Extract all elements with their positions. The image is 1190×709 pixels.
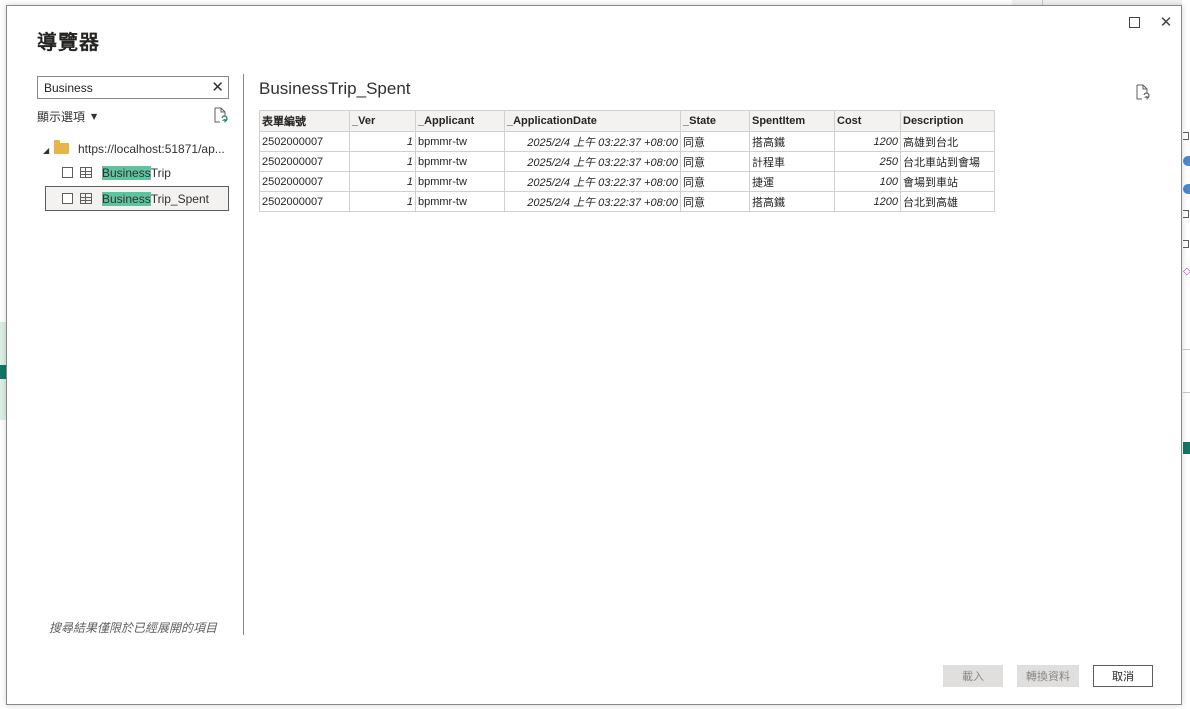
refresh-button[interactable] — [212, 107, 228, 127]
tree-node-checkbox[interactable] — [62, 167, 73, 178]
table-cell: 搭高鐵 — [749, 191, 835, 212]
search-highlight: Business — [102, 166, 151, 180]
background-app-green-icon — [1183, 442, 1190, 454]
display-options-dropdown[interactable]: 顯示選項 ▼ — [37, 108, 97, 125]
tree-node-businesstrip-spent[interactable]: BusinessTrip_Spent — [45, 186, 229, 211]
table-row: 2502000007 1 bpmmr-tw 2025/2/4 上午 03:22:… — [259, 191, 995, 212]
table-cell: 計程車 — [749, 151, 835, 172]
background-app-icon — [1183, 240, 1189, 248]
table-cell: 搭高鐵 — [749, 131, 835, 152]
table-cell: 2502000007 — [259, 171, 350, 192]
clear-icon: ✕ — [211, 78, 224, 96]
table-cell: bpmmr-tw — [415, 131, 505, 152]
background-app-blue-icon — [1183, 156, 1190, 166]
table-cell: 2502000007 — [259, 131, 350, 152]
column-header: SpentItem — [749, 110, 835, 132]
table-icon — [80, 193, 92, 204]
tree-node-checkbox[interactable] — [62, 193, 73, 204]
refresh-icon — [1136, 84, 1150, 100]
tree-node-root-label: https://localhost:51871/ap... — [78, 142, 225, 156]
load-button[interactable]: 載入 — [943, 665, 1003, 687]
table-cell: 台北車站到會場 — [900, 151, 995, 172]
background-app-icon — [1183, 132, 1189, 140]
preview-table: 表單編號 _Ver _Applicant _ApplicationDate _S… — [259, 110, 995, 212]
preview-title: BusinessTrip_Spent — [259, 79, 411, 98]
column-header: _Applicant — [415, 110, 505, 132]
display-options-label: 顯示選項 — [37, 110, 86, 124]
table-cell: 1200 — [834, 131, 901, 152]
maximize-icon — [1128, 17, 1140, 28]
cancel-button[interactable]: 取消 — [1093, 665, 1153, 687]
maximize-button[interactable] — [1124, 12, 1144, 32]
folder-icon — [54, 140, 69, 154]
table-cell: 2025/2/4 上午 03:22:37 +08:00 — [504, 131, 681, 152]
table-cell: 1 — [349, 151, 416, 172]
search-input[interactable] — [38, 77, 209, 98]
table-cell: 同意 — [680, 131, 750, 152]
tree-node-root[interactable]: ◢ https://localhost:51871/ap... — [37, 139, 229, 161]
table-cell: bpmmr-tw — [415, 151, 505, 172]
column-header: _State — [680, 110, 750, 132]
background-app-divider — [1183, 392, 1190, 393]
table-cell: 100 — [834, 171, 901, 192]
table-cell: 2025/2/4 上午 03:22:37 +08:00 — [504, 171, 681, 192]
tree-node-businesstrip[interactable]: BusinessTrip — [45, 163, 229, 185]
background-app-icon — [1183, 210, 1189, 218]
table-cell: 高雄到台北 — [900, 131, 995, 152]
table-cell: 1 — [349, 191, 416, 212]
table-cell: 捷運 — [749, 171, 835, 192]
background-app-divider — [1183, 349, 1190, 350]
refresh-preview-button[interactable] — [1134, 84, 1150, 104]
search-footnote: 搜尋結果僅限於已經展開的項目 — [49, 621, 218, 635]
table-cell: 2025/2/4 上午 03:22:37 +08:00 — [504, 151, 681, 172]
table-cell: 250 — [834, 151, 901, 172]
search-box: ✕ — [37, 76, 229, 99]
search-highlight: Business — [102, 192, 151, 206]
transform-data-button[interactable]: 轉換資料 — [1017, 665, 1079, 687]
background-app-strip — [1182, 0, 1190, 709]
caret-down-icon: ▼ — [91, 112, 98, 121]
column-header: _Ver — [349, 110, 416, 132]
table-cell: 1 — [349, 131, 416, 152]
column-header: Cost — [834, 110, 901, 132]
table-cell: bpmmr-tw — [415, 191, 505, 212]
pane-splitter[interactable] — [243, 74, 244, 635]
table-row: 2502000007 1 bpmmr-tw 2025/2/4 上午 03:22:… — [259, 171, 995, 192]
background-app-blue-icon — [1183, 184, 1190, 194]
table-cell: bpmmr-tw — [415, 171, 505, 192]
refresh-icon — [214, 107, 228, 123]
tree-node-label-rest: Trip — [150, 166, 171, 180]
table-cell: 2502000007 — [259, 191, 350, 212]
table-cell: 2025/2/4 上午 03:22:37 +08:00 — [504, 191, 681, 212]
clear-search-button[interactable]: ✕ — [211, 78, 224, 97]
close-button[interactable]: ✕ — [1156, 12, 1176, 32]
table-cell: 1 — [349, 171, 416, 192]
collapse-arrow-icon[interactable]: ◢ — [43, 146, 49, 155]
dialog-title: 導覽器 — [37, 30, 100, 54]
table-cell: 會場到車站 — [900, 171, 995, 192]
table-cell: 1200 — [834, 191, 901, 212]
table-cell: 同意 — [680, 191, 750, 212]
table-header-row: 表單編號 _Ver _Applicant _ApplicationDate _S… — [259, 110, 995, 132]
close-icon: ✕ — [1159, 13, 1173, 31]
table-cell: 台北到高雄 — [900, 191, 995, 212]
column-header: Description — [900, 110, 995, 132]
navigator-dialog: 導覽器 ✕ ✕ 顯示選項 ▼ — [6, 5, 1182, 705]
tree-node-label: BusinessTrip — [102, 166, 171, 180]
table-row: 2502000007 1 bpmmr-tw 2025/2/4 上午 03:22:… — [259, 151, 995, 172]
table-row: 2502000007 1 bpmmr-tw 2025/2/4 上午 03:22:… — [259, 131, 995, 152]
table-cell: 同意 — [680, 171, 750, 192]
table-icon — [80, 167, 92, 178]
column-header: _ApplicationDate — [504, 110, 681, 132]
tree-node-label-rest: Trip_Spent — [150, 192, 209, 206]
table-cell: 2502000007 — [259, 151, 350, 172]
table-cell: 同意 — [680, 151, 750, 172]
background-app-pink-icon: ◇ — [1183, 266, 1190, 277]
screen: ◇ 導覽器 ✕ ✕ 顯示選項 ▼ — [0, 0, 1190, 709]
tree-node-label: BusinessTrip_Spent — [102, 192, 209, 206]
column-header: 表單編號 — [259, 110, 350, 132]
